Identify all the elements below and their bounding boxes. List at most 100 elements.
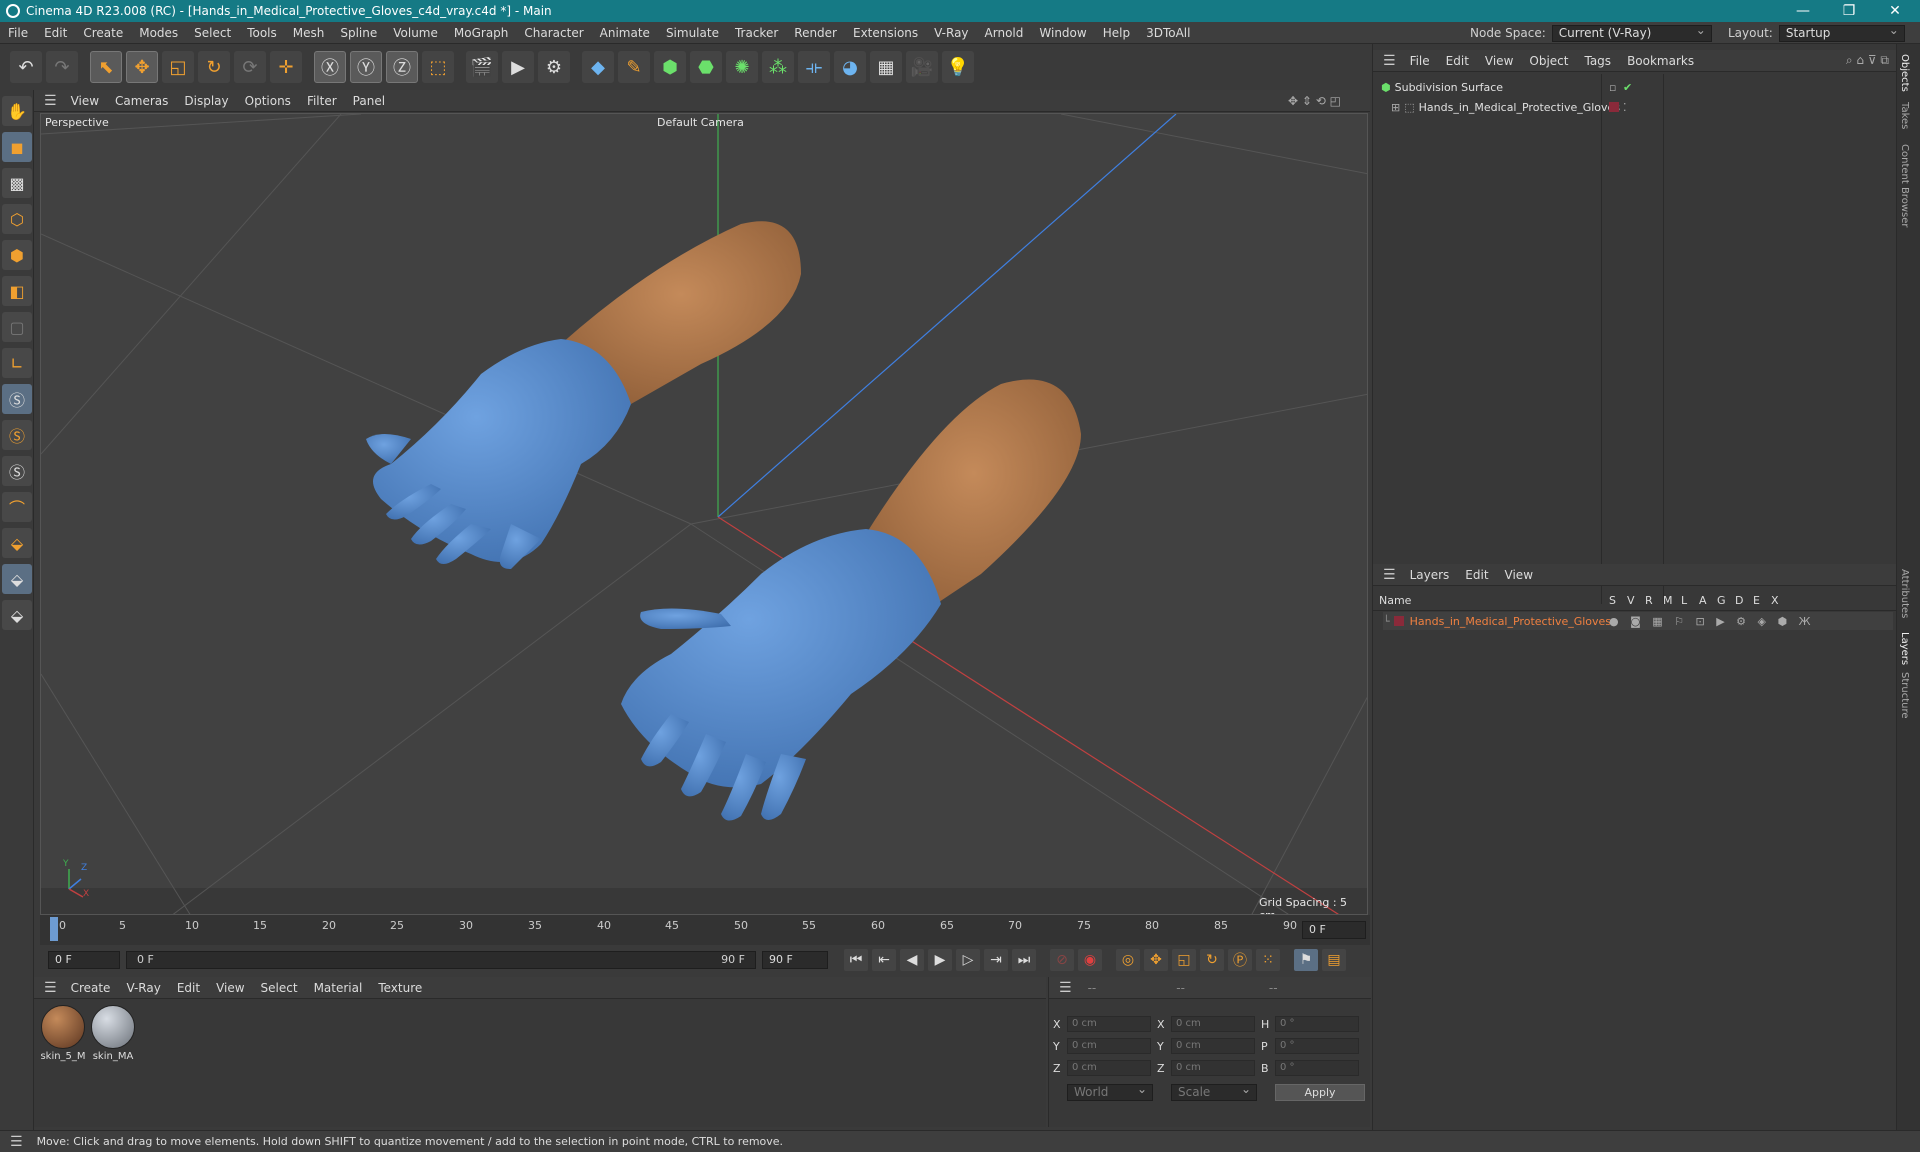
texture-mode-icon[interactable]: ▩ xyxy=(2,168,32,198)
menu-simulate[interactable]: Simulate xyxy=(658,26,727,40)
object-menu-object[interactable]: Object xyxy=(1521,54,1576,68)
material-item[interactable]: skin_5_M xyxy=(40,1005,86,1062)
timeline-ruler[interactable]: 0 5 10 15 20 25 30 35 40 45 50 55 60 65 … xyxy=(40,915,1370,945)
tab-structure[interactable]: Structure xyxy=(1899,672,1910,719)
start-frame-field[interactable]: 0 F xyxy=(48,951,120,969)
end-frame-field[interactable]: 90 F xyxy=(762,951,828,969)
render-settings-icon[interactable]: ⚙ xyxy=(538,51,570,83)
floor-icon[interactable]: ▦ xyxy=(870,51,902,83)
menu-3dtoall[interactable]: 3DToAll xyxy=(1138,26,1198,40)
tab-takes[interactable]: Takes xyxy=(1899,102,1910,129)
object-menu-file[interactable]: File xyxy=(1402,54,1438,68)
mograph-icon[interactable]: ⁂ xyxy=(762,51,794,83)
cloner-icon[interactable]: ✺ xyxy=(726,51,758,83)
viewport-menu-panel[interactable]: Panel xyxy=(345,94,393,108)
live-selection-icon[interactable]: ⬉ xyxy=(90,51,122,83)
material-item[interactable]: skin_MA xyxy=(90,1005,136,1062)
record-icon[interactable]: ⊘ xyxy=(1050,949,1074,971)
material-menu-vray[interactable]: V-Ray xyxy=(118,981,168,995)
coords-hamburger-icon[interactable]: ☰ xyxy=(1049,980,1078,996)
viewport-hamburger-icon[interactable]: ☰ xyxy=(34,93,63,109)
menu-help[interactable]: Help xyxy=(1095,26,1138,40)
coord-mode-select[interactable]: World xyxy=(1067,1082,1153,1101)
material-hamburger-icon[interactable]: ☰ xyxy=(34,980,63,996)
menu-mograph[interactable]: MoGraph xyxy=(446,26,517,40)
menu-create[interactable]: Create xyxy=(75,26,131,40)
locked-workplane-icon[interactable]: ⬙ xyxy=(2,564,32,594)
menu-animate[interactable]: Animate xyxy=(592,26,658,40)
uv-mode-icon[interactable]: ▢ xyxy=(2,312,32,342)
y-axis-lock-icon[interactable]: Ⓨ xyxy=(350,51,382,83)
tab-layers[interactable]: Layers xyxy=(1899,632,1910,665)
node-space-select[interactable]: Current (V-Ray) xyxy=(1551,23,1712,42)
scale-icon[interactable]: ◱ xyxy=(162,51,194,83)
menu-modes[interactable]: Modes xyxy=(131,26,186,40)
timeline-window-icon[interactable]: ▤ xyxy=(1322,949,1346,971)
menu-window[interactable]: Window xyxy=(1031,26,1094,40)
layers-menu-edit[interactable]: Edit xyxy=(1457,568,1496,582)
tab-attributes[interactable]: Attributes xyxy=(1899,569,1910,618)
menu-render[interactable]: Render xyxy=(786,26,845,40)
status-hamburger-icon[interactable]: ☰ xyxy=(0,1134,29,1150)
render-view-icon[interactable]: 🎬 xyxy=(466,51,498,83)
key-rotation-icon[interactable]: ↻ xyxy=(1200,949,1224,971)
position-y-field[interactable]: 0 cm xyxy=(1067,1038,1151,1054)
snap-icon[interactable]: Ⓢ xyxy=(2,384,32,414)
material-menu-texture[interactable]: Texture xyxy=(370,981,430,995)
z-axis-lock-icon[interactable]: Ⓩ xyxy=(386,51,418,83)
position-z-field[interactable]: 0 cm xyxy=(1067,1060,1151,1076)
visibility-dots-icon[interactable]: ⁚ xyxy=(1623,101,1627,114)
object-row-hands[interactable]: ⊞ ⬚ Hands_in_Medical_Protective_Gloves ⁚ xyxy=(1391,98,1627,116)
previous-frame-icon[interactable]: ◀ xyxy=(900,949,924,971)
previous-key-icon[interactable]: ⇤ xyxy=(872,949,896,971)
key-scale-icon[interactable]: ◱ xyxy=(1172,949,1196,971)
layer-row[interactable]: └ Hands_in_Medical_Protective_Gloves ● ◙… xyxy=(1383,612,1893,630)
object-menu-tags[interactable]: Tags xyxy=(1576,54,1619,68)
motion-system-icon[interactable]: ⚑ xyxy=(1294,949,1318,971)
pen-spline-icon[interactable]: ✎ xyxy=(618,51,650,83)
menu-spline[interactable]: Spline xyxy=(332,26,385,40)
camera-icon[interactable]: 🎥 xyxy=(906,51,938,83)
key-position-icon[interactable]: ✥ xyxy=(1144,949,1168,971)
material-menu-select[interactable]: Select xyxy=(253,981,306,995)
workplane-grid-icon[interactable]: ⬙ xyxy=(2,528,32,558)
next-key-icon[interactable]: ⇥ xyxy=(984,949,1008,971)
rotate-icon[interactable]: ↻ xyxy=(198,51,230,83)
rotation-p-field[interactable]: 0 ° xyxy=(1275,1038,1359,1054)
restore-icon[interactable]: ❐ xyxy=(1826,0,1872,22)
timeline-playhead[interactable] xyxy=(50,917,58,941)
material-menu-view[interactable]: View xyxy=(208,981,252,995)
tab-content-browser[interactable]: Content Browser xyxy=(1899,144,1910,227)
menu-tools[interactable]: Tools xyxy=(239,26,285,40)
snap-settings-icon[interactable]: Ⓢ xyxy=(2,420,32,450)
apply-button[interactable]: Apply xyxy=(1275,1084,1365,1101)
tab-objects[interactable]: Objects xyxy=(1899,54,1910,92)
viewport-nav-icons[interactable]: ✥ ⇕ ⟲ ◰ xyxy=(1288,94,1341,108)
size-y-field[interactable]: 0 cm xyxy=(1171,1038,1255,1054)
object-menu-edit[interactable]: Edit xyxy=(1438,54,1477,68)
menu-vray[interactable]: V-Ray xyxy=(926,26,976,40)
menu-mesh[interactable]: Mesh xyxy=(285,26,333,40)
coordinate-system-icon[interactable]: ⬚ xyxy=(422,51,454,83)
size-x-field[interactable]: 0 cm xyxy=(1171,1016,1255,1032)
size-z-field[interactable]: 0 cm xyxy=(1171,1060,1255,1076)
material-menu-edit[interactable]: Edit xyxy=(169,981,208,995)
material-menu-material[interactable]: Material xyxy=(306,981,371,995)
points-mode-icon[interactable]: ⬡ xyxy=(2,204,32,234)
model-mode-icon[interactable]: ◼ xyxy=(2,132,32,162)
viewport-menu-display[interactable]: Display xyxy=(176,94,236,108)
expand-icon[interactable]: ⊞ xyxy=(1391,101,1400,114)
key-pla-icon[interactable]: ⁙ xyxy=(1256,949,1280,971)
viewport-menu-cameras[interactable]: Cameras xyxy=(107,94,176,108)
rotation-h-field[interactable]: 0 ° xyxy=(1275,1016,1359,1032)
x-axis-lock-icon[interactable]: Ⓧ xyxy=(314,51,346,83)
layers-menu-view[interactable]: View xyxy=(1497,568,1541,582)
object-manager-tools-icons[interactable]: ⌕ ⌂ ⊽ ⧉ xyxy=(1846,53,1889,68)
go-to-end-icon[interactable]: ⏭ xyxy=(1012,949,1036,971)
layer-color-swatch[interactable] xyxy=(1393,616,1404,626)
field-icon[interactable]: ◕ xyxy=(834,51,866,83)
layer-flag-icons[interactable]: ● ◙ ▦ ⚐ ⊡ ▶ ⚙ ◈ ⬢ Ж xyxy=(1609,615,1814,628)
layers-hamburger-icon[interactable]: ☰ xyxy=(1373,567,1402,583)
object-menu-bookmarks[interactable]: Bookmarks xyxy=(1619,54,1702,68)
axis-workplane-icon[interactable]: ⬙ xyxy=(2,600,32,630)
